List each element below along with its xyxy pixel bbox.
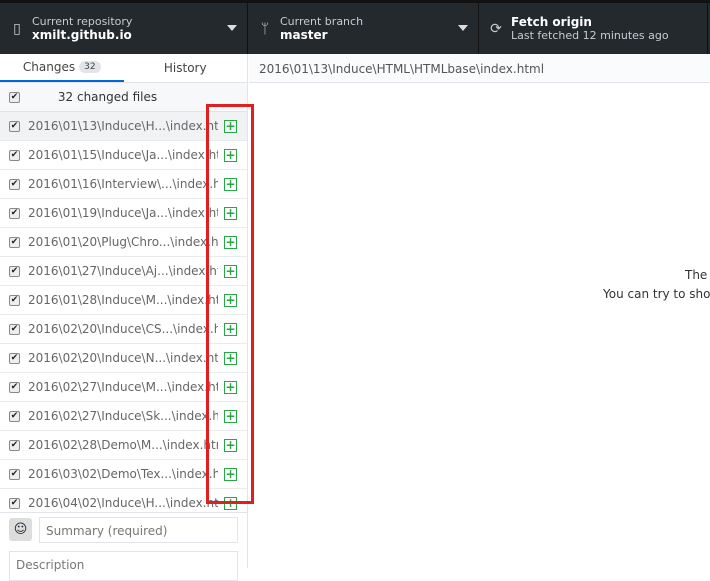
repo-label: Current repository <box>32 15 133 28</box>
diff-message-line1: The c <box>685 268 710 282</box>
file-checkbox[interactable]: ✔ <box>9 381 20 393</box>
sync-icon: ⟳ <box>490 20 502 37</box>
file-name: 2016\02\20\Induce\CS...\index.html <box>28 322 218 336</box>
commit-form: ☺ Summary (required) Description <box>0 512 248 581</box>
repo-name: xmilt.github.io <box>32 28 132 42</box>
file-name: 2016\02\28\Demo\M...\index.html <box>28 438 218 452</box>
file-path: 2016\01\13\Induce\HTML\HTMLbase\index.ht… <box>249 54 710 83</box>
tab-changes-label: Changes <box>22 60 76 74</box>
file-checkbox[interactable]: ✔ <box>9 352 20 364</box>
description-input[interactable]: Description <box>9 551 238 581</box>
tab-bar: Changes 32 History <box>0 54 248 83</box>
file-checkbox[interactable]: ✔ <box>9 265 20 277</box>
file-checkbox[interactable]: ✔ <box>9 468 20 480</box>
file-name: 2016\02\20\Induce\N...\index.html <box>28 351 218 365</box>
file-checkbox[interactable]: ✔ <box>9 149 20 161</box>
file-checkbox[interactable]: ✔ <box>9 120 20 132</box>
tab-history-label: History <box>163 61 207 75</box>
file-name: 2016\01\16\Interview\...\index.html <box>28 177 218 191</box>
file-checkbox[interactable]: ✔ <box>9 439 20 451</box>
toolbar: ▯ Current repository xmilt.github.io ᛘ Cu… <box>0 0 710 54</box>
file-checkbox[interactable]: ✔ <box>9 294 20 306</box>
file-checkbox[interactable]: ✔ <box>9 497 20 509</box>
tab-history[interactable]: History <box>124 54 248 82</box>
summary-input[interactable]: Summary (required) <box>39 517 238 543</box>
branch-label: Current branch <box>280 15 364 28</box>
file-checkbox[interactable]: ✔ <box>9 410 20 422</box>
file-name: 2016\02\27\Induce\Sk...\index.html <box>28 409 218 423</box>
file-checkbox[interactable]: ✔ <box>9 323 20 335</box>
file-checkbox[interactable]: ✔ <box>9 207 20 219</box>
chevron-down-icon <box>458 25 468 31</box>
repository-selector[interactable]: ▯ Current repository xmilt.github.io <box>0 3 248 54</box>
chevron-down-icon <box>227 25 237 31</box>
file-checkbox[interactable]: ✔ <box>9 236 20 248</box>
branch-name: master <box>280 28 328 42</box>
avatar: ☺ <box>9 518 32 541</box>
file-name: 2016\01\20\Plug\Chro...\index.html <box>28 235 218 249</box>
file-name: 2016\01\15\Induce\Ja...\index.html <box>28 148 218 162</box>
select-all-checkbox[interactable]: ✔ <box>9 91 20 103</box>
file-name: 2016\01\28\Induce\M...\index.html <box>28 293 218 307</box>
file-name: 2016\01\19\Induce\Ja...\index.html <box>28 206 218 220</box>
fetch-origin-button[interactable]: ⟳ Fetch origin Last fetched 12 minutes ag… <box>479 3 708 54</box>
file-name: 2016\04\02\Induce\H...\index.html <box>28 496 218 510</box>
branch-icon: ᛘ <box>260 20 270 37</box>
fetch-status: Last fetched 12 minutes ago <box>511 29 669 42</box>
fetch-label: Fetch origin <box>511 15 592 29</box>
tab-changes[interactable]: Changes 32 <box>0 54 124 82</box>
file-checkbox[interactable]: ✔ <box>9 178 20 190</box>
file-name: 2016\02\27\Induce\M...\index.html <box>28 380 218 394</box>
changed-files-count: 32 changed files <box>57 90 158 104</box>
highlight-box <box>206 104 254 504</box>
changes-count-badge: 32 <box>79 61 101 73</box>
branch-selector[interactable]: ᛘ Current branch master <box>248 3 479 54</box>
repo-icon: ▯ <box>13 20 21 37</box>
file-name: 2016\03\02\Demo\Tex...\index.html <box>28 467 218 481</box>
file-name: 2016\01\13\Induce\H...\index.html <box>28 119 218 133</box>
diff-message-line2: You can try to show <box>603 287 710 301</box>
file-name: 2016\01\27\Induce\Aj...\index.html <box>28 264 218 278</box>
